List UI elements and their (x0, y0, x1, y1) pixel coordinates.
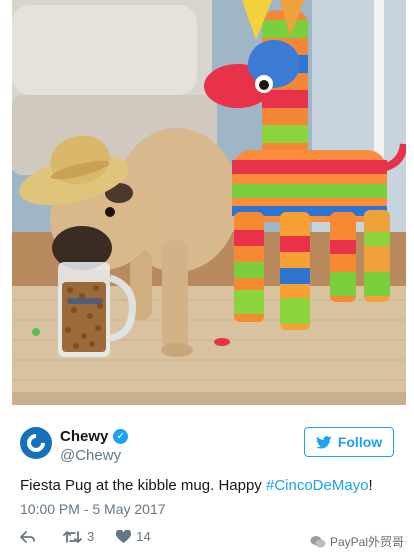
display-name[interactable]: Chewy (60, 428, 108, 445)
reply-button[interactable] (20, 530, 41, 544)
tweet-text-end: ! (368, 477, 373, 494)
hashtag-link[interactable]: #CincoDeMayo (266, 477, 369, 494)
like-button[interactable]: 14 (116, 529, 151, 544)
chewy-avatar[interactable] (20, 427, 52, 459)
chewy-logo-icon (23, 430, 49, 456)
reply-icon (20, 530, 35, 543)
account-name-row: Chewy ✓ (60, 428, 129, 445)
follow-button-label: Follow (337, 434, 383, 450)
like-count: 14 (136, 529, 151, 544)
watermark: PayPal外贸哥 (310, 533, 404, 550)
tweet-photo[interactable] (12, 0, 406, 405)
wechat-icon (310, 535, 326, 547)
retweet-count: 3 (87, 529, 95, 544)
twitter-bird-icon (315, 435, 332, 449)
account-handle[interactable]: @Chewy (60, 447, 121, 464)
heart-icon (116, 529, 132, 543)
photo-scene (12, 0, 406, 405)
tweet-text-main: Fiesta Pug at the kibble mug. Happy (20, 477, 266, 494)
watermark-text: PayPal外贸哥 (329, 535, 404, 549)
follow-button[interactable]: Follow (304, 427, 394, 457)
retweet-button[interactable]: 3 (63, 529, 94, 544)
tweet-body: Chewy ✓ @Chewy Follow Fiesta Pug at the … (0, 405, 414, 559)
retweet-icon (63, 530, 82, 543)
tweet-card: Chewy ✓ @Chewy Follow Fiesta Pug at the … (0, 0, 414, 559)
tweet-timestamp[interactable]: 10:00 PM - 5 May 2017 (20, 501, 166, 517)
tweet-actions: 3 14 (20, 529, 173, 544)
tweet-text: Fiesta Pug at the kibble mug. Happy #Cin… (20, 477, 373, 494)
verified-badge-icon: ✓ (113, 429, 129, 444)
